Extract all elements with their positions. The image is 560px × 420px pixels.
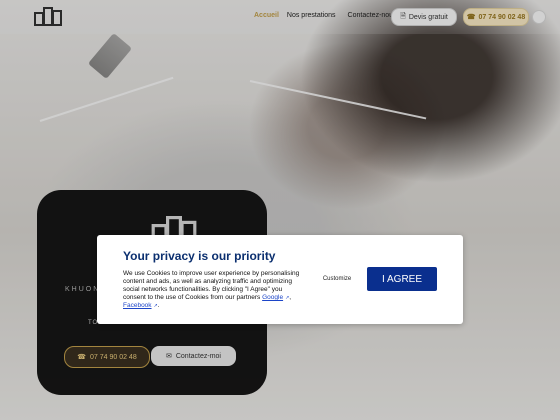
facebook-link[interactable]: Facebook bbox=[123, 302, 152, 309]
google-link[interactable]: Google bbox=[262, 294, 283, 301]
agree-button[interactable]: I AGREE bbox=[367, 267, 437, 291]
privacy-text: We use Cookies to improve user experienc… bbox=[123, 270, 300, 310]
external-link-icon: ↗ bbox=[153, 303, 158, 310]
customize-button[interactable]: Customize bbox=[322, 274, 352, 284]
privacy-title: Your privacy is our priority bbox=[123, 249, 276, 263]
modal-overlay bbox=[0, 0, 560, 420]
external-link-icon: ↗ bbox=[285, 295, 290, 302]
privacy-modal: Your privacy is our priority We use Cook… bbox=[97, 235, 463, 324]
